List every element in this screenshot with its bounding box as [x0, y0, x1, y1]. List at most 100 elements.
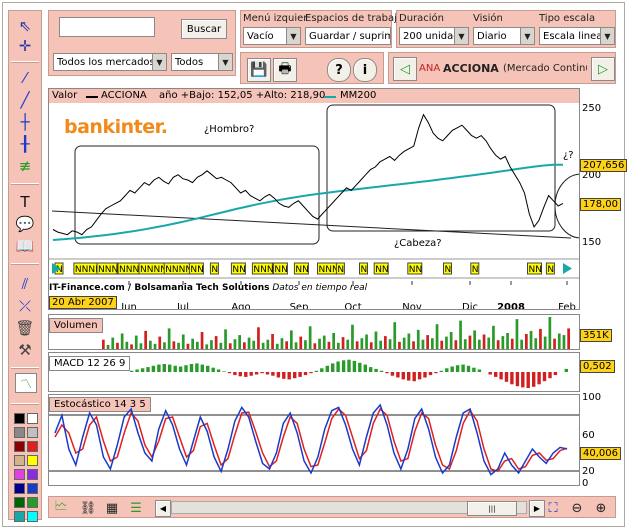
- macd-bar: [494, 372, 498, 377]
- date-badge: 20 Abr 2007: [49, 296, 117, 309]
- color-swatch-white[interactable]: [27, 413, 38, 424]
- line-tool-icon[interactable]: ╱: [12, 89, 38, 111]
- color-swatch-red[interactable]: [27, 441, 38, 452]
- next-security-icon[interactable]: ▷: [591, 57, 615, 81]
- month-label: Jul: [176, 302, 189, 309]
- color-swatch-darkgreen[interactable]: [14, 497, 25, 508]
- export-chart-icon[interactable]: 🗠: [51, 497, 71, 519]
- search-button[interactable]: Buscar: [181, 19, 227, 39]
- search-field[interactable]: [60, 18, 154, 36]
- color-swatch-black[interactable]: [14, 413, 25, 424]
- volume-bar: [181, 334, 185, 349]
- search-input[interactable]: [59, 17, 155, 37]
- news-flag-label: NNN: [319, 265, 339, 275]
- color-swatch-yellow[interactable]: [27, 455, 38, 466]
- left-menu-select[interactable]: Vacío ▼: [243, 27, 301, 45]
- news-flag-label: N: [547, 265, 554, 275]
- horizontal-line-icon[interactable]: ┼: [12, 111, 38, 133]
- info-icon[interactable]: i: [353, 58, 377, 82]
- volume-chart-svg: [102, 317, 570, 349]
- menu-left-label: Menú izquier: [243, 13, 308, 24]
- link-icon[interactable]: ⛓: [79, 497, 97, 519]
- security-market: (Mercado Continuo): [503, 63, 587, 74]
- macd-bar: [537, 372, 541, 385]
- period-panel: Duración Visión Tipo escala 200 unidades…: [396, 10, 616, 48]
- fibonacci-icon[interactable]: ⤫: [12, 295, 38, 317]
- comment-icon[interactable]: 💬: [12, 213, 38, 235]
- scale-select[interactable]: Escala lineal ▼: [539, 27, 615, 45]
- menu-panel: Menú izquier Espacios de trabajo Vacío ▼ …: [240, 10, 403, 48]
- chevron-down-icon[interactable]: ▼: [520, 28, 534, 44]
- macd-bar: [336, 361, 340, 372]
- color-swatch-tan[interactable]: [14, 455, 25, 466]
- color-swatch-teal[interactable]: [14, 511, 25, 522]
- market-select[interactable]: Todos los mercados ▼: [53, 53, 167, 71]
- channel-icon[interactable]: ≢: [12, 155, 38, 177]
- trash-icon[interactable]: 🗑: [12, 317, 38, 339]
- color-swatch-purple[interactable]: [27, 469, 38, 480]
- scrollbar-thumb[interactable]: |||: [467, 501, 517, 516]
- volume-bar: [501, 336, 505, 349]
- zoom-cross-icon[interactable]: ✛: [12, 35, 38, 57]
- color-swatch-magenta[interactable]: [14, 469, 25, 480]
- parallel-lines-icon[interactable]: ⫽: [12, 273, 38, 295]
- macd-bar: [249, 372, 253, 376]
- vision-value: Diario: [477, 30, 507, 42]
- volume-bar: [102, 339, 105, 349]
- zoom-out-icon[interactable]: ⊖: [567, 497, 587, 519]
- save-icon[interactable]: 💾: [247, 58, 271, 82]
- indicators-icon[interactable]: ☰: [127, 497, 145, 519]
- duration-select[interactable]: 200 unidades ▼: [399, 27, 469, 45]
- vision-label: Visión: [473, 13, 503, 24]
- macd-bar: [238, 372, 242, 377]
- news-flag-label: NNN: [98, 265, 118, 275]
- macd-bar: [396, 372, 400, 378]
- macd-bar: [162, 364, 166, 372]
- trendline-icon[interactable]: ⁄: [12, 67, 38, 89]
- question-annotation: ¿?: [563, 150, 574, 161]
- macd-bar: [222, 371, 226, 372]
- zoom-in-icon[interactable]: ⊕: [591, 497, 611, 519]
- macd-bar: [390, 372, 395, 376]
- color-swatch-green[interactable]: [27, 497, 38, 508]
- chevron-down-icon[interactable]: ▼: [286, 28, 300, 44]
- chevron-down-icon[interactable]: ▼: [454, 28, 468, 44]
- volume-bar: [200, 332, 204, 349]
- volume-bar: [421, 339, 425, 349]
- chevron-down-icon[interactable]: ▼: [218, 54, 232, 70]
- color-swatch-blue[interactable]: [27, 483, 38, 494]
- volume-bar: [355, 341, 359, 349]
- zoom-fit-icon[interactable]: ⛶: [543, 497, 563, 519]
- calculator-icon[interactable]: ▦: [103, 497, 121, 519]
- macd-value-tag: 0,502: [580, 360, 615, 373]
- color-swatch-navy[interactable]: [14, 483, 25, 494]
- scroll-left-icon[interactable]: ◀: [155, 500, 171, 517]
- text-tool-icon[interactable]: T: [12, 191, 38, 213]
- macd-bar: [146, 367, 150, 372]
- group-select[interactable]: Todos ▼: [171, 53, 233, 71]
- volume-bar: [186, 343, 190, 349]
- tools-icon[interactable]: ⚒: [12, 339, 38, 361]
- color-swatch-cyan[interactable]: [27, 511, 38, 522]
- chevron-down-icon[interactable]: ▼: [600, 28, 614, 44]
- book-icon[interactable]: 📖: [12, 235, 38, 257]
- volume-bar: [351, 324, 354, 349]
- print-icon[interactable]: 🖶: [273, 58, 297, 82]
- vision-select[interactable]: Diario ▼: [473, 27, 535, 45]
- volume-bar: [515, 319, 519, 349]
- pointer-icon[interactable]: ⇖: [12, 15, 38, 37]
- prev-security-icon[interactable]: ◁: [393, 57, 417, 81]
- color-swatch-maroon[interactable]: [14, 441, 25, 452]
- macd-bar: [254, 372, 259, 375]
- color-swatch-gray[interactable]: [14, 427, 25, 438]
- chart-type-icon[interactable]: 〽: [15, 373, 37, 393]
- vertical-line-icon[interactable]: ╂: [12, 133, 38, 155]
- stoch-axis-60: 60: [582, 430, 595, 441]
- volume-bar: [529, 330, 533, 349]
- macd-bar: [548, 372, 552, 379]
- macd-bar: [553, 372, 558, 376]
- chevron-down-icon[interactable]: ▼: [152, 54, 166, 70]
- help-icon[interactable]: ?: [327, 58, 351, 82]
- color-swatch-silver[interactable]: [27, 427, 38, 438]
- workspace-select[interactable]: Guardar / suprimir: [305, 27, 391, 45]
